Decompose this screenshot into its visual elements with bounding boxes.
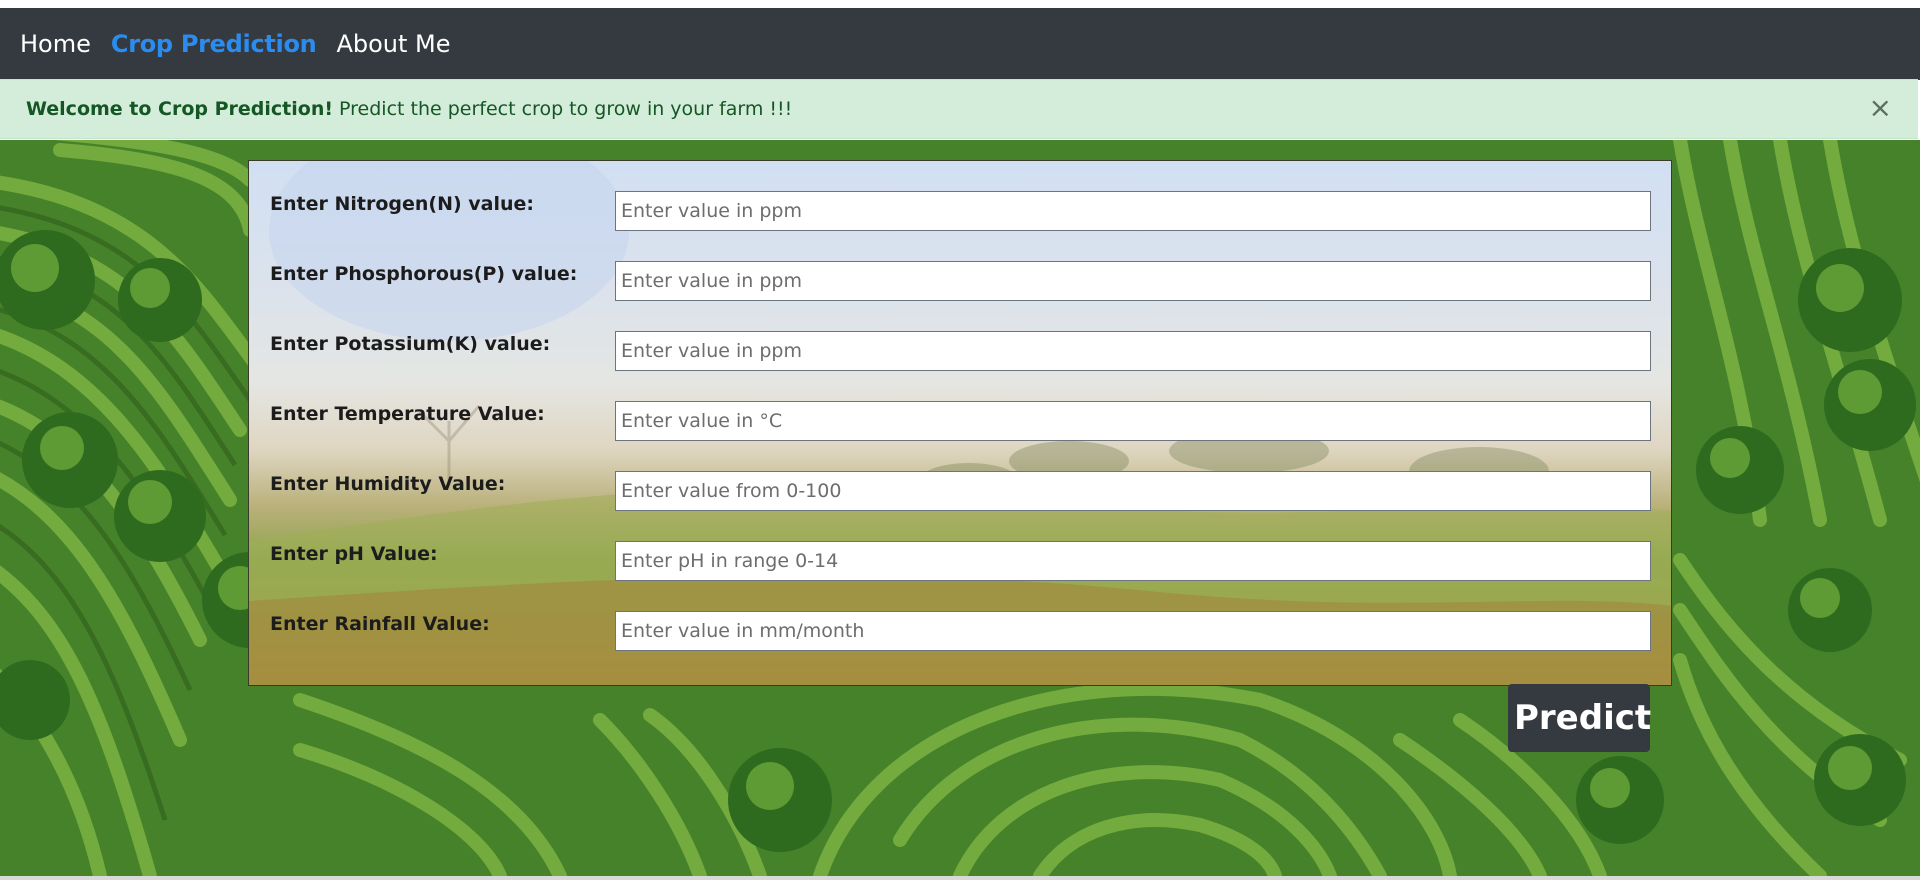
nitrogen-label: Enter Nitrogen(N) value:	[270, 193, 535, 215]
potassium-input[interactable]	[615, 331, 1651, 371]
ph-label: Enter pH Value:	[270, 543, 438, 565]
nitrogen-row: Enter Nitrogen(N) value:	[249, 191, 1671, 237]
alert-title: Welcome to Crop Prediction!	[26, 98, 334, 120]
temperature-input[interactable]	[615, 401, 1651, 441]
predict-button[interactable]: Predict	[1508, 684, 1651, 752]
temperature-row: Enter Temperature Value:	[249, 401, 1671, 447]
nav-about-me-link[interactable]: About Me	[336, 30, 450, 58]
rainfall-label: Enter Rainfall Value:	[270, 613, 490, 635]
crop-prediction-form: Enter Nitrogen(N) value: Enter Phosphoro…	[248, 160, 1672, 686]
humidity-row: Enter Humidity Value:	[249, 471, 1671, 517]
humidity-label: Enter Humidity Value:	[270, 473, 506, 495]
ph-input[interactable]	[615, 541, 1651, 581]
temperature-label: Enter Temperature Value:	[270, 403, 545, 425]
nav-crop-prediction-link[interactable]: Crop Prediction	[111, 30, 317, 58]
phosphorous-label: Enter Phosphorous(P) value:	[270, 263, 578, 285]
potassium-label: Enter Potassium(K) value:	[270, 333, 551, 355]
alert-close-icon[interactable]: ×	[1869, 94, 1892, 122]
rainfall-row: Enter Rainfall Value:	[249, 611, 1671, 657]
humidity-input[interactable]	[615, 471, 1651, 511]
bottom-strip	[0, 876, 1920, 880]
ph-row: Enter pH Value:	[249, 541, 1671, 587]
welcome-alert: Welcome to Crop Prediction! Predict the …	[0, 79, 1918, 139]
navbar: Home Crop Prediction About Me	[0, 8, 1920, 80]
alert-message: Predict the perfect crop to grow in your…	[339, 98, 793, 120]
phosphorous-input[interactable]	[615, 261, 1651, 301]
rainfall-input[interactable]	[615, 611, 1651, 651]
nitrogen-input[interactable]	[615, 191, 1651, 231]
phosphorous-row: Enter Phosphorous(P) value:	[249, 261, 1671, 307]
top-strip	[0, 0, 1920, 8]
potassium-row: Enter Potassium(K) value:	[249, 331, 1671, 377]
nav-home-link[interactable]: Home	[20, 30, 91, 58]
